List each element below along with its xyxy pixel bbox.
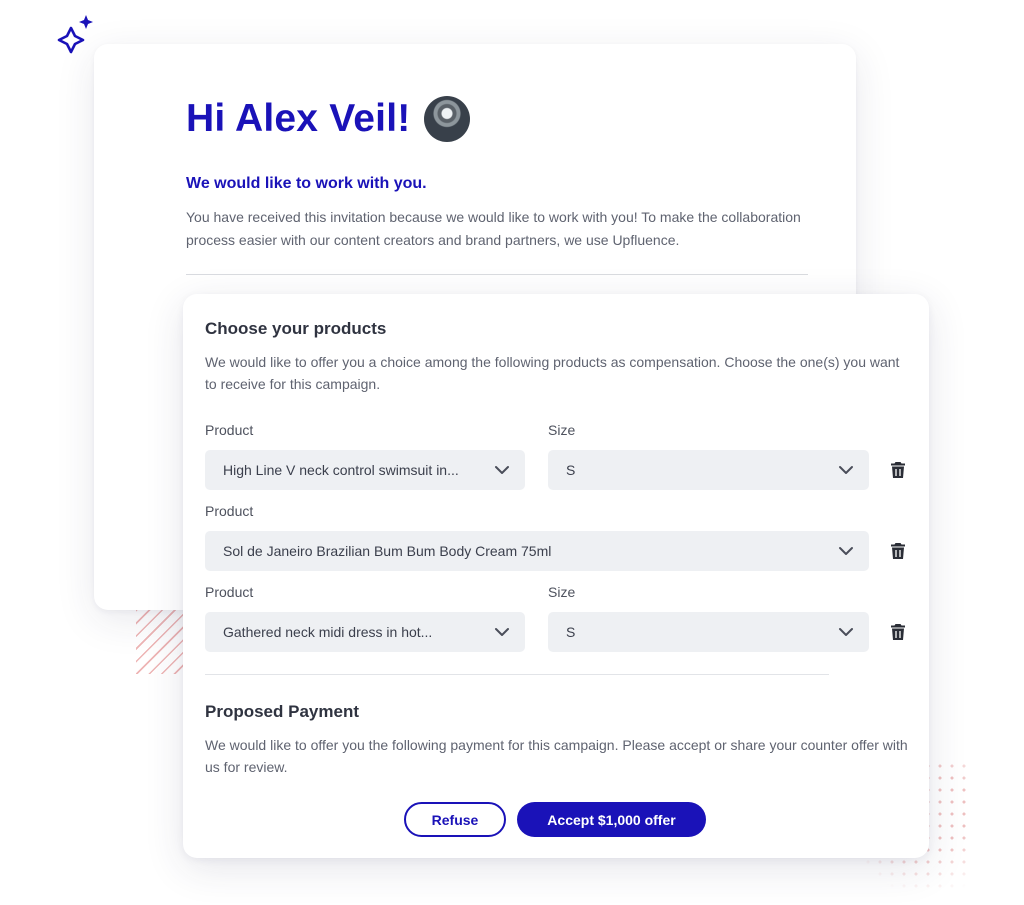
avatar	[424, 96, 471, 142]
size-label: Size	[548, 584, 576, 600]
product-select-value: High Line V neck control swimsuit in...	[223, 462, 459, 478]
payment-title: Proposed Payment	[205, 702, 359, 721]
size-select-value: S	[566, 462, 576, 478]
product-select[interactable]: High Line V neck control swimsuit in...	[205, 450, 525, 490]
invite-subtitle: We would like to work with you.	[186, 175, 427, 192]
product-select[interactable]: Sol de Janeiro Brazilian Bum Bum Body Cr…	[205, 531, 869, 571]
payment-description: We would like to offer you the following…	[205, 737, 908, 775]
sparkle-icon	[57, 15, 93, 54]
offer-card: Choose your products We would like to of…	[183, 294, 929, 858]
size-select[interactable]: S	[548, 450, 869, 490]
product-select-value: Gathered neck midi dress in hot...	[223, 624, 433, 640]
chevron-down-icon	[839, 547, 853, 555]
chevron-down-icon	[839, 628, 853, 636]
size-label: Size	[548, 422, 576, 438]
chevron-down-icon	[495, 466, 509, 474]
size-select-value: S	[566, 624, 576, 640]
products-title: Choose your products	[205, 319, 387, 338]
trash-icon[interactable]	[890, 461, 906, 479]
chevron-down-icon	[495, 628, 509, 636]
size-select[interactable]: S	[548, 612, 869, 652]
products-description: We would like to offer you a choice amon…	[205, 354, 900, 392]
greeting-row: Hi Alex Veil!	[186, 96, 471, 142]
greeting-title: Hi Alex Veil!	[186, 97, 411, 140]
product-label: Product	[205, 584, 254, 600]
chevron-down-icon	[839, 466, 853, 474]
trash-icon[interactable]	[890, 623, 906, 641]
accept-offer-button[interactable]: Accept $1,000 offer	[517, 802, 706, 837]
trash-icon[interactable]	[890, 542, 906, 560]
product-label: Product	[205, 503, 254, 519]
divider	[205, 674, 829, 675]
divider	[186, 274, 808, 275]
invite-intro: You have received this invitation becaus…	[186, 209, 801, 248]
product-select-value: Sol de Janeiro Brazilian Bum Bum Body Cr…	[223, 543, 552, 559]
refuse-button[interactable]: Refuse	[404, 802, 506, 837]
product-select[interactable]: Gathered neck midi dress in hot...	[205, 612, 525, 652]
product-label: Product	[205, 422, 254, 438]
